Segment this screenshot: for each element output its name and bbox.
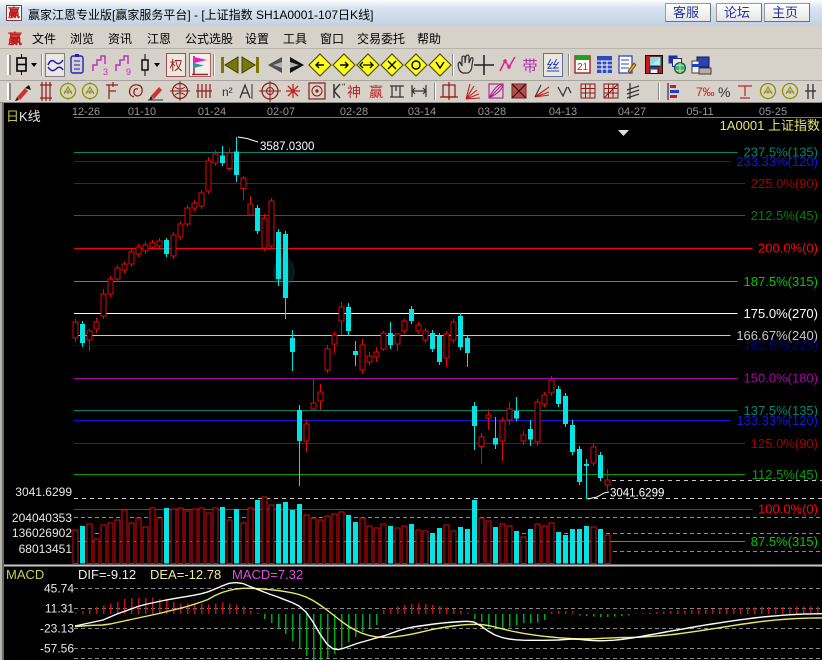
- svg-text:112.5%(45): 112.5%(45): [752, 467, 818, 482]
- svg-text:03-14: 03-14: [408, 106, 436, 118]
- svg-text:3: 3: [103, 67, 108, 77]
- svg-text:212.5%(45): 212.5%(45): [751, 208, 818, 223]
- svg-text:05-25: 05-25: [759, 106, 787, 118]
- svg-text:MACD: MACD: [6, 567, 44, 582]
- svg-text:233.33%(120): 233.33%(120): [736, 154, 818, 169]
- svg-text:MACD=7.32: MACD=7.32: [232, 567, 303, 582]
- svg-text:9: 9: [126, 67, 131, 77]
- svg-text:125.0%(90): 125.0%(90): [751, 436, 818, 451]
- svg-text:87.5%(315): 87.5%(315): [751, 534, 818, 549]
- svg-text:DIF=-9.12: DIF=-9.12: [78, 567, 136, 582]
- svg-text:-57.56: -57.56: [40, 642, 74, 656]
- svg-text:21: 21: [577, 62, 589, 73]
- svg-text:3587.0300: 3587.0300: [260, 141, 314, 153]
- svg-text:-23.13: -23.13: [40, 622, 74, 636]
- svg-text:02-07: 02-07: [267, 106, 295, 118]
- svg-text:45.74: 45.74: [44, 582, 74, 596]
- svg-text:带: 带: [522, 58, 537, 75]
- svg-text:3041.6299: 3041.6299: [610, 488, 664, 500]
- svg-text:12-26: 12-26: [72, 106, 100, 118]
- svg-text:%: %: [718, 84, 730, 100]
- svg-text:225.0%(90): 225.0%(90): [751, 176, 818, 191]
- svg-text:01-10: 01-10: [128, 106, 156, 118]
- svg-text:175.0%(270): 175.0%(270): [744, 306, 818, 321]
- svg-text:": ": [342, 82, 345, 92]
- svg-text:日K线: 日K线: [6, 109, 41, 124]
- svg-text:162.5%(225): 162.5%(225): [744, 338, 818, 353]
- svg-text:DEA=-12.78: DEA=-12.78: [150, 567, 221, 582]
- svg-text:187.5%(315): 187.5%(315): [744, 274, 818, 289]
- svg-text:赢: 赢: [369, 84, 383, 100]
- svg-text:n²: n²: [222, 85, 233, 99]
- svg-text:68013451: 68013451: [19, 542, 73, 556]
- svg-text:100.0%(0): 100.0%(0): [758, 502, 818, 517]
- svg-text:01-24: 01-24: [198, 106, 226, 118]
- svg-text:神: 神: [347, 84, 361, 100]
- svg-text:204040353: 204040353: [12, 511, 72, 525]
- svg-text:1A0001 上证指数: 1A0001 上证指数: [720, 118, 820, 133]
- svg-text:136026902: 136026902: [12, 526, 72, 540]
- svg-text:权: 权: [169, 58, 182, 73]
- svg-text:133.33%(120): 133.33%(120): [736, 413, 818, 428]
- svg-text:7‰: 7‰: [696, 85, 715, 99]
- svg-text:05-11: 05-11: [686, 106, 713, 118]
- svg-text:03-28: 03-28: [478, 106, 506, 118]
- svg-text:3041.6299: 3041.6299: [15, 485, 72, 499]
- svg-text:200.0%(0): 200.0%(0): [758, 241, 818, 256]
- svg-text:150.0%(180): 150.0%(180): [744, 371, 818, 386]
- svg-text:02-28: 02-28: [340, 106, 368, 118]
- svg-text:11.31: 11.31: [45, 602, 74, 616]
- svg-text:04-13: 04-13: [549, 106, 577, 118]
- svg-text:04-27: 04-27: [618, 106, 646, 118]
- svg-text:丝: 丝: [546, 58, 560, 74]
